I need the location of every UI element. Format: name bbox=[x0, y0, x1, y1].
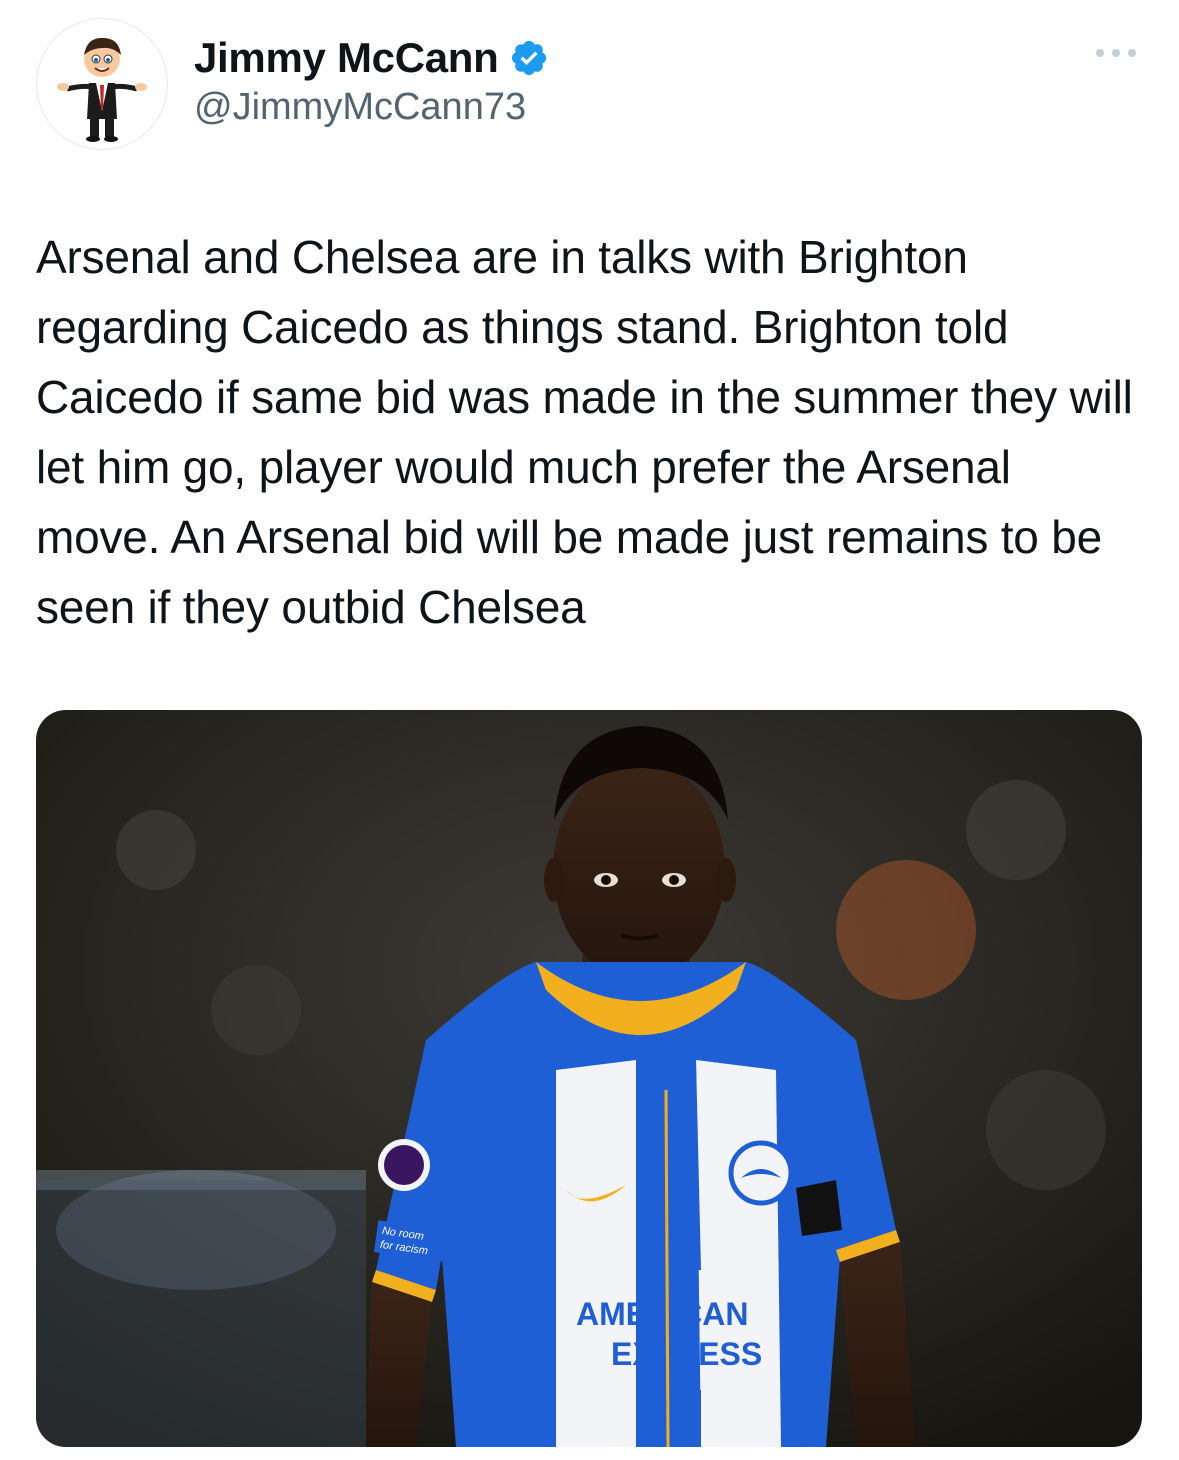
more-options-icon[interactable] bbox=[1092, 40, 1140, 66]
tweet-photo[interactable]: No room for racism AMERICAN EXPRESS bbox=[36, 710, 1142, 1447]
tweet-text: Arsenal and Chelsea are in talks with Br… bbox=[36, 231, 1133, 633]
author-name-row: Jimmy McCann bbox=[194, 30, 549, 86]
shirt-sponsor-line1: AMERICAN bbox=[576, 1296, 748, 1332]
verified-badge-icon[interactable] bbox=[509, 38, 549, 78]
player-photo: No room for racism AMERICAN EXPRESS bbox=[36, 710, 1142, 1447]
cartoon-businessman-avatar-icon bbox=[57, 37, 147, 142]
author-display-name[interactable]: Jimmy McCann bbox=[194, 34, 499, 82]
shirt-sponsor-line2: EXPRESS bbox=[611, 1336, 762, 1372]
tweet-card: Jimmy McCann @JimmyMcCann73 Arsenal and … bbox=[0, 0, 1179, 1460]
author-handle[interactable]: @JimmyMcCann73 bbox=[194, 86, 526, 129]
author-avatar[interactable] bbox=[36, 18, 168, 150]
